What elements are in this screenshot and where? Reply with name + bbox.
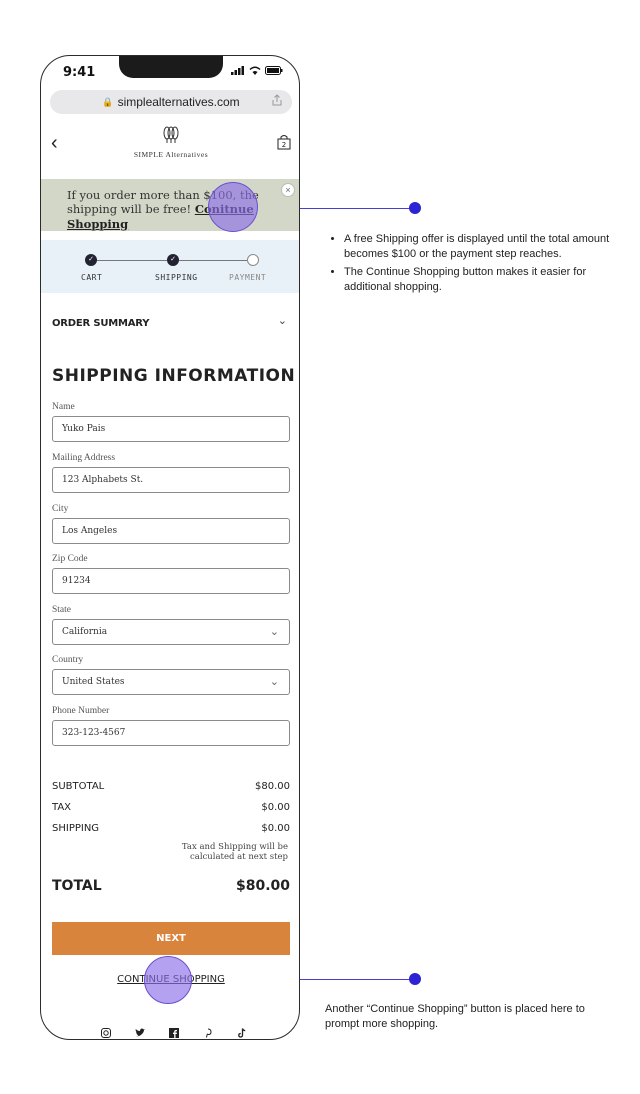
city-field[interactable]: Los Angeles	[52, 518, 290, 544]
callout-dot	[409, 973, 421, 985]
url-bar[interactable]: 🔒 simplealternatives.com	[50, 90, 292, 114]
status-time: 9:41	[63, 65, 96, 80]
annotation-note-bottom: Another “Continue Shopping” button is pl…	[325, 1003, 585, 1031]
chevron-down-icon[interactable]: ⌄	[278, 314, 287, 327]
zip-label: Zip Code	[52, 554, 88, 564]
facebook-icon[interactable]	[169, 1028, 179, 1039]
wifi-icon	[249, 66, 261, 75]
state-label: State	[52, 605, 71, 615]
url-text: simplealternatives.com	[117, 95, 240, 109]
tiktok-icon[interactable]	[237, 1028, 247, 1039]
instagram-icon[interactable]	[101, 1028, 111, 1039]
logo-text: SIMPLE Alternatives	[133, 150, 209, 159]
address-field[interactable]: 123 Alphabets St.	[52, 467, 290, 493]
subtotal-value: $80.00	[255, 781, 290, 792]
chevron-down-icon: ⌄	[269, 625, 279, 638]
touch-indicator	[208, 182, 258, 232]
address-label: Mailing Address	[52, 453, 116, 463]
tax-label: TAX	[52, 802, 72, 813]
shipping-cost-label: SHIPPING	[52, 823, 100, 834]
battery-icon	[265, 66, 283, 75]
status-icons	[231, 66, 283, 75]
checkout-steps: ✓ ✓ CART SHIPPING PAYMENT	[41, 240, 299, 293]
phone-label: Phone Number	[52, 706, 110, 716]
state-value: California	[62, 627, 108, 637]
brand-logo[interactable]: SIMPLE Alternatives	[111, 126, 231, 159]
step-pending-icon	[247, 254, 259, 266]
social-links	[101, 1028, 247, 1039]
name-label: Name	[52, 402, 75, 412]
pinterest-icon[interactable]	[203, 1028, 213, 1039]
country-label: Country	[52, 655, 84, 665]
svg-text:2: 2	[282, 141, 286, 149]
annotation-note: The Continue Shopping button makes it ea…	[344, 265, 614, 296]
callout-line	[300, 208, 415, 209]
country-value: United States	[62, 677, 125, 687]
phone-field[interactable]: 323-123-4567	[52, 720, 290, 746]
tree-logo-icon	[163, 126, 179, 143]
summary-note: Tax and Shipping will be calculated at n…	[181, 842, 288, 863]
annotation-notes: A free Shipping offer is displayed until…	[330, 232, 614, 298]
total-value: $80.00	[235, 878, 290, 894]
callout-dot	[409, 202, 421, 214]
next-button[interactable]: NEXT	[52, 922, 290, 955]
callout-line	[300, 979, 415, 980]
order-summary-toggle[interactable]: ORDER SUMMARY	[52, 318, 149, 329]
annotation-note: A free Shipping offer is displayed until…	[344, 232, 614, 263]
zip-field[interactable]: 91234	[52, 568, 290, 594]
shipping-title: SHIPPING INFORMATION	[52, 366, 296, 386]
touch-indicator	[144, 956, 192, 1004]
brand-header: ‹ SIMPLE Alternatives 2	[41, 126, 299, 166]
step-connector	[179, 260, 247, 261]
total-row: TOTAL $80.00	[52, 878, 290, 894]
phone-frame: 9:41 🔒 simplealternatives.com ‹ SIMPLE A…	[40, 55, 300, 1040]
tax-value: $0.00	[261, 802, 290, 813]
subtotal-label: SUBTOTAL	[52, 781, 105, 792]
step-check-icon: ✓	[167, 254, 179, 266]
close-icon[interactable]: ×	[281, 183, 295, 197]
country-select[interactable]: United States ⌄	[52, 669, 290, 695]
subtotal-row: SUBTOTAL $80.00	[52, 781, 290, 792]
step-connector	[95, 260, 167, 261]
name-field[interactable]: Yuko Pais	[52, 416, 290, 442]
twitter-icon[interactable]	[135, 1028, 145, 1039]
tax-row: TAX $0.00	[52, 802, 290, 813]
step-check-icon: ✓	[85, 254, 97, 266]
chevron-down-icon: ⌄	[269, 675, 279, 688]
lock-icon: 🔒	[102, 96, 114, 107]
state-select[interactable]: California ⌄	[52, 619, 290, 645]
free-shipping-banner: If you order more than $100, the shippin…	[41, 179, 299, 231]
share-icon[interactable]	[272, 94, 282, 109]
signal-icon	[231, 66, 244, 75]
total-label: TOTAL	[52, 878, 102, 894]
city-label: City	[52, 504, 69, 514]
cart-bag-icon[interactable]: 2	[277, 134, 291, 155]
back-chevron-icon[interactable]: ‹	[51, 132, 58, 155]
step-payment: PAYMENT	[229, 273, 267, 282]
phone-notch	[119, 56, 223, 78]
shipping-row: SHIPPING $0.00	[52, 823, 290, 834]
step-cart[interactable]: CART	[81, 273, 102, 282]
shipping-cost-value: $0.00	[261, 823, 290, 834]
step-shipping[interactable]: SHIPPING	[155, 273, 198, 282]
